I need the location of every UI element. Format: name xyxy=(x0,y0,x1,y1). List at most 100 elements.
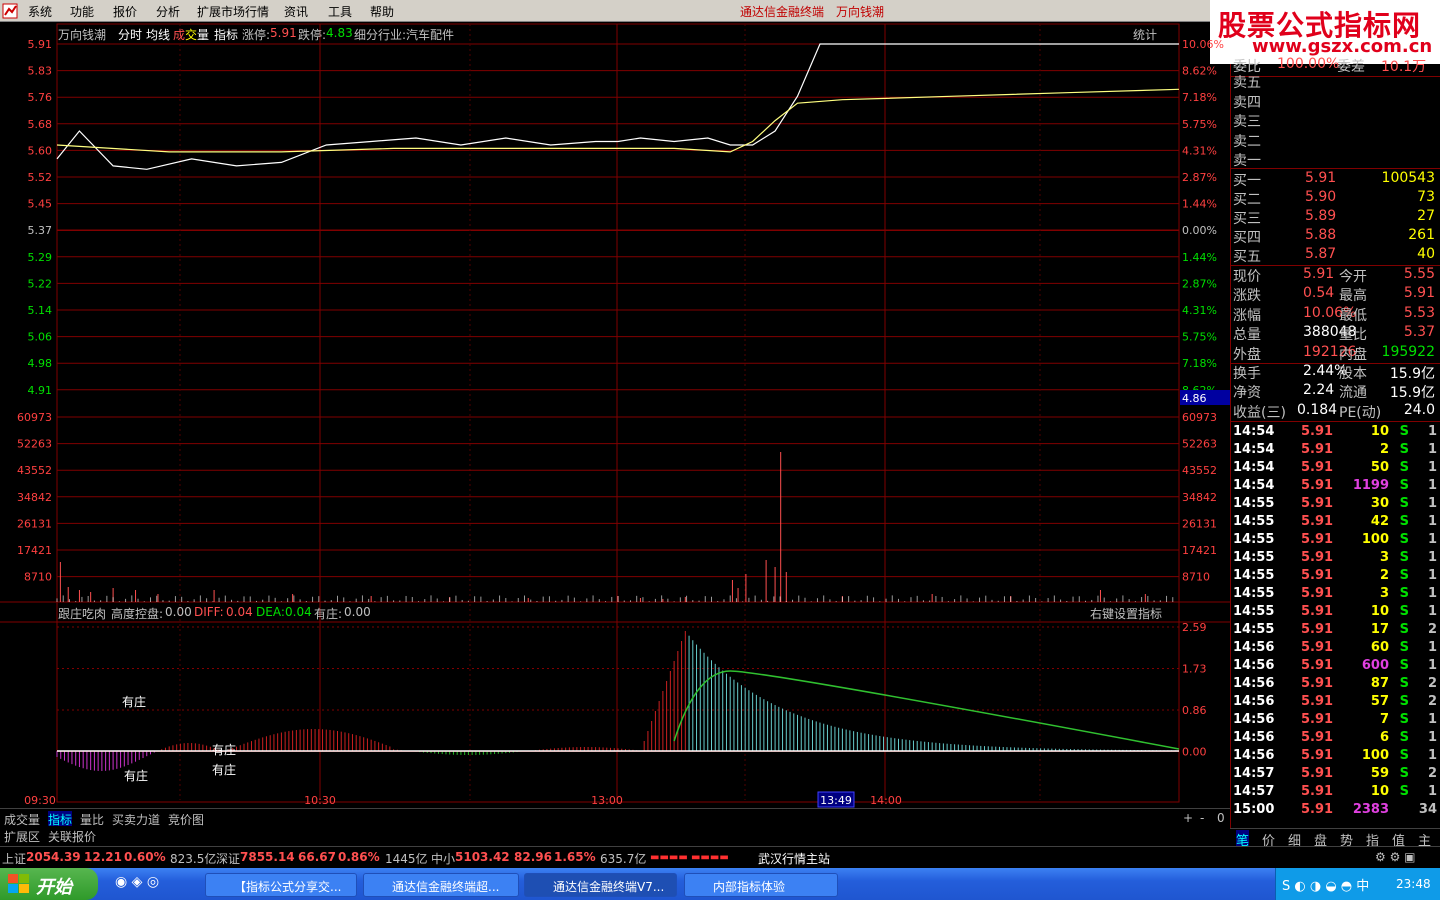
tick-side: S xyxy=(1399,766,1409,781)
tick-count: 1 xyxy=(1427,748,1437,763)
quicklaunch-icons[interactable]: ◉ ◈ ◎ xyxy=(115,874,159,890)
menu-analysis[interactable]: 分析 xyxy=(156,3,180,20)
indicator-setting[interactable]: 右键设置指标 xyxy=(1090,605,1162,622)
tick-row[interactable]: 14:55 5.91 3 S 1 xyxy=(1233,550,1439,568)
tick-price: 5.91 xyxy=(1301,784,1334,799)
menu-function[interactable]: 功能 xyxy=(70,3,94,20)
menu-system[interactable]: 系统 xyxy=(28,3,52,20)
sell-level-label: 卖一 xyxy=(1233,153,1261,169)
right-tabs: 笔价细盘势指值主 xyxy=(1230,828,1440,849)
tick-row[interactable]: 14:56 5.91 6 S 1 xyxy=(1233,730,1439,748)
tick-row[interactable]: 14:57 5.91 10 S 1 xyxy=(1233,784,1439,802)
zoom-in-button[interactable]: + xyxy=(1183,811,1193,825)
menu-news[interactable]: 资讯 xyxy=(284,3,308,20)
buy-level-row[interactable]: 买二 5.90 73 xyxy=(1233,189,1439,208)
start-button[interactable]: 开始 xyxy=(0,868,98,900)
tick-row[interactable]: 14:54 5.91 2 S 1 xyxy=(1233,442,1439,460)
tab-jiao[interactable]: 交 xyxy=(185,26,197,43)
pct-tick-label: 2.87% xyxy=(1182,171,1217,184)
tick-price: 5.91 xyxy=(1301,460,1334,475)
menu-help[interactable]: 帮助 xyxy=(370,3,394,20)
buy-level-row[interactable]: 买五 5.87 40 xyxy=(1233,246,1439,265)
zoom-out-button[interactable]: - xyxy=(1200,811,1204,825)
zx-change: 82.96 xyxy=(514,850,552,864)
quote-row: 总量 388048 量比 5.37 xyxy=(1233,324,1439,343)
tick-row[interactable]: 14:55 5.91 2 S 1 xyxy=(1233,568,1439,586)
tray-icons[interactable]: S ◐ ◑ ◒ ◓ 中 xyxy=(1282,875,1369,894)
menu-ext-market[interactable]: 扩展市场行情 xyxy=(197,3,269,20)
station-name[interactable]: 武汉行情主站 xyxy=(758,850,830,867)
tick-row[interactable]: 14:56 5.91 600 S 1 xyxy=(1233,658,1439,676)
tick-row[interactable]: 14:57 5.91 59 S 2 xyxy=(1233,766,1439,784)
quote-key: 收益(三) xyxy=(1233,404,1286,421)
tab-cheng[interactable]: 成 xyxy=(173,26,185,43)
tick-volume: 1199 xyxy=(1352,478,1389,493)
task-indicator[interactable]: 内部指标体验 xyxy=(684,873,838,897)
tick-row[interactable]: 14:54 5.91 10 S 1 xyxy=(1233,424,1439,442)
volume-tick-label: 60973 xyxy=(17,411,52,424)
tick-row[interactable]: 14:55 5.91 42 S 1 xyxy=(1233,514,1439,532)
tick-row[interactable]: 14:55 5.91 100 S 1 xyxy=(1233,532,1439,550)
tick-time: 14:54 xyxy=(1233,460,1275,475)
sell-level-label: 卖四 xyxy=(1233,94,1261,111)
buy-level-row[interactable]: 买四 5.88 261 xyxy=(1233,227,1439,246)
tick-price: 5.91 xyxy=(1301,658,1334,673)
tab-fenshi[interactable]: 分时 xyxy=(118,26,142,43)
zx-amount: 635.7亿 xyxy=(600,852,647,866)
tick-row[interactable]: 14:56 5.91 100 S 1 xyxy=(1233,748,1439,766)
buy-level-volume: 261 xyxy=(1408,227,1435,243)
tick-row[interactable]: 14:55 5.91 3 S 1 xyxy=(1233,586,1439,604)
tab-related-quote[interactable]: 关联报价 xyxy=(48,828,96,845)
tick-row[interactable]: 14:56 5.91 57 S 2 xyxy=(1233,694,1439,712)
buy-level-label: 买五 xyxy=(1233,249,1261,265)
tick-row[interactable]: 14:55 5.91 30 S 1 xyxy=(1233,496,1439,514)
tick-side: S xyxy=(1399,514,1409,529)
sh-amount: 823.5亿 xyxy=(170,852,217,866)
buy-level-row[interactable]: 买三 5.89 27 xyxy=(1233,208,1439,227)
tick-row[interactable]: 14:56 5.91 60 S 1 xyxy=(1233,640,1439,658)
task-forum[interactable]: 【指标公式分享交... xyxy=(205,873,357,897)
menu-quote[interactable]: 报价 xyxy=(113,3,137,20)
zoom-reset-button[interactable]: 0 xyxy=(1217,811,1225,825)
tick-time: 14:56 xyxy=(1233,694,1275,709)
price-tick-label: 5.37 xyxy=(28,224,53,237)
tick-price: 5.91 xyxy=(1301,424,1334,439)
tick-side: S xyxy=(1399,712,1409,727)
tick-side: S xyxy=(1399,568,1409,583)
tab-liang[interactable]: 量 xyxy=(197,26,209,43)
stats-button[interactable]: 统计 xyxy=(1133,26,1157,43)
watermark-banner: 股票公式指标网 www.gszx.com.cn xyxy=(1210,0,1440,64)
tick-row[interactable]: 14:55 5.91 10 S 1 xyxy=(1233,604,1439,622)
buy-level-volume: 27 xyxy=(1417,208,1435,224)
quote-key-2: 流通 xyxy=(1339,385,1367,402)
intraday-chart[interactable]: 5.91 10.06% 5.83 8.62% 5.76 7.18% 5.68 5.75% 5.6… xyxy=(0,22,1230,808)
tab-zhibiao[interactable]: 指标 xyxy=(214,26,238,43)
task-tdx-1[interactable]: 通达信金融终端超... xyxy=(363,873,519,897)
task-tdx-2[interactable]: 通达信金融终端V7... xyxy=(524,873,677,897)
tab-extension[interactable]: 扩展区 xyxy=(4,828,40,845)
quote-row: 净资 2.24 流通 15.9亿 xyxy=(1233,382,1439,401)
tick-row[interactable]: 14:54 5.91 50 S 1 xyxy=(1233,460,1439,478)
tick-row[interactable]: 14:56 5.91 7 S 1 xyxy=(1233,712,1439,730)
tick-price: 5.91 xyxy=(1301,640,1334,655)
tick-row[interactable]: 14:56 5.91 87 S 2 xyxy=(1233,676,1439,694)
market-bars-icon: ▬▬▬▬ ▬▬▬▬ xyxy=(650,852,729,863)
sh-value: 2054.39 xyxy=(26,850,81,864)
tick-row[interactable]: 15:00 5.91 2383 34 xyxy=(1233,802,1439,820)
buy-level-row[interactable]: 买一 5.91 100543 xyxy=(1233,170,1439,189)
quote-value-2: 15.9亿 xyxy=(1389,366,1435,382)
tick-side: S xyxy=(1399,676,1409,691)
tick-row[interactable]: 14:54 5.91 1199 S 1 xyxy=(1233,478,1439,496)
tick-price: 5.91 xyxy=(1301,694,1334,709)
indicator-yz-label: 有庄: xyxy=(314,607,343,621)
tick-volume: 50 xyxy=(1370,460,1389,475)
menu-tools[interactable]: 工具 xyxy=(328,3,352,20)
tick-price: 5.91 xyxy=(1301,550,1334,565)
tab-junxian[interactable]: 均线 xyxy=(146,26,170,43)
tick-volume: 30 xyxy=(1370,496,1389,511)
pct-tick-label: 0.00% xyxy=(1182,224,1217,237)
quote-value: 5.91 xyxy=(1303,266,1335,282)
sell-level-label: 卖二 xyxy=(1233,133,1261,150)
tick-row[interactable]: 14:55 5.91 17 S 2 xyxy=(1233,622,1439,640)
pct-tick-label: 4.31% xyxy=(1182,144,1217,157)
